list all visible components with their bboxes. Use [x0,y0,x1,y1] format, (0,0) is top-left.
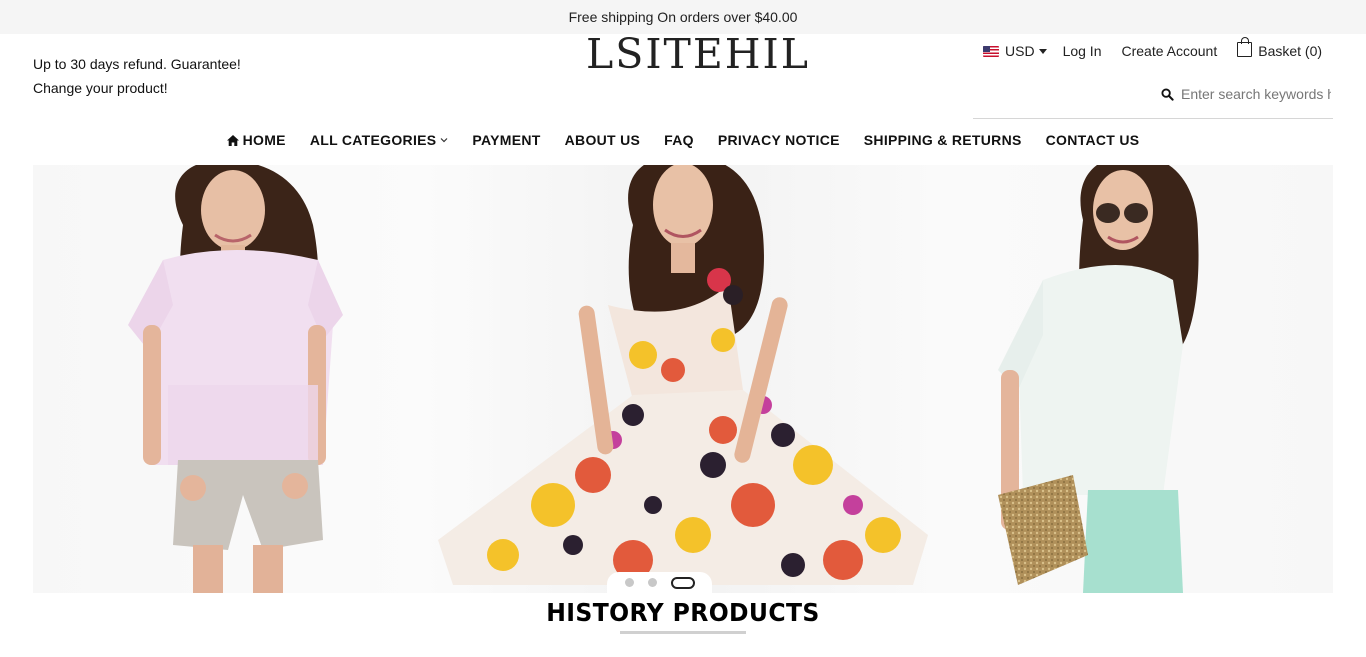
home-icon [226,134,239,146]
hero-slider[interactable] [33,165,1333,593]
nav-all-categories-label: ALL CATEGORIES [309,132,437,148]
hero-banner-image [128,165,1199,593]
main-nav: HOME ALL CATEGORIES PAYMENT ABOUT US FAQ… [0,131,1366,149]
currency-label: USD [1005,43,1035,59]
slider-dot-3[interactable] [670,576,695,589]
account-bar: USD Log In Create Account Basket (0) [983,36,1323,62]
nav-contact-us[interactable]: CONTACT US [1046,131,1140,149]
promo-topbar: Free shipping On orders over $40.00 [0,0,1366,34]
search-icon[interactable] [1161,88,1174,101]
slider-dot-2[interactable] [647,578,657,587]
slider-dot-1[interactable] [624,578,634,587]
nav-about-us[interactable]: ABOUT US [565,131,641,149]
basket-label: Basket (0) [1258,43,1323,59]
login-link[interactable]: Log In [1063,43,1102,59]
nav-payment[interactable]: PAYMENT [472,131,540,149]
free-shipping-text: Free shipping On orders over $40.00 [568,9,798,25]
chevron-down-icon [440,138,448,143]
model-center-figure [438,165,928,585]
nav-shipping-returns[interactable]: SHIPPING & RETURNS [864,131,1022,149]
shopping-bag-icon [1237,36,1253,57]
model-left-figure [128,165,343,593]
slider-pagination [607,572,712,593]
basket-link[interactable]: Basket (0) [1237,36,1323,59]
nav-all-categories[interactable]: ALL CATEGORIES [310,131,449,149]
refund-guarantee-text: Up to 30 days refund. Guarantee! [33,56,241,72]
change-product-text: Change your product! [33,80,168,96]
caret-down-icon [1038,48,1047,54]
search-bar [973,82,1333,119]
nav-faq[interactable]: FAQ [664,131,694,149]
search-input[interactable] [1181,86,1331,102]
site-logo[interactable]: LSITEHIL [586,31,810,77]
create-account-link[interactable]: Create Account [1122,43,1218,59]
nav-home-label: HOME [242,132,286,148]
section-title-underline [620,631,746,634]
nav-home[interactable]: HOME [226,131,286,149]
nav-privacy-notice[interactable]: PRIVACY NOTICE [718,131,840,149]
refund-promo: Up to 30 days refund. Guarantee! Change … [33,52,241,100]
model-right-figure [998,165,1199,593]
currency-selector[interactable]: USD [983,43,1047,59]
section-title: HISTORY PRODUCTS [546,598,820,627]
us-flag-icon [983,45,999,57]
